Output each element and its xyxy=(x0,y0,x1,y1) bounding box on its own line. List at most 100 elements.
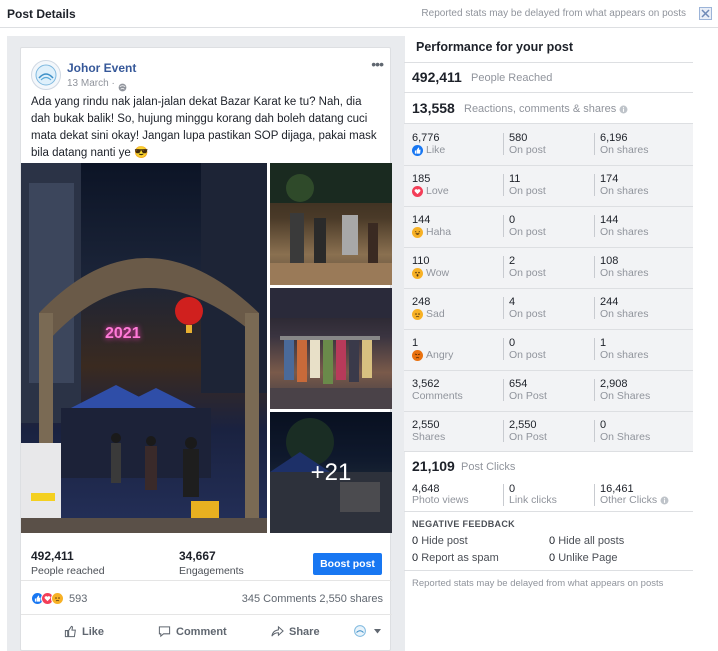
haha-on-post-value: 0 xyxy=(509,214,516,226)
photo-3[interactable] xyxy=(270,288,392,409)
haha-on-post-cell: 0 On post xyxy=(509,206,597,247)
like-button[interactable]: Like xyxy=(64,625,104,638)
love-total-label: Love xyxy=(426,185,449,197)
shares-on-post-cell: 2,550 On Post xyxy=(509,411,597,452)
angry-on-post-value: 0 xyxy=(509,337,516,349)
wow-on-post-label: On post xyxy=(509,267,546,279)
like-label: Like xyxy=(82,625,105,638)
unlike-page-label: Unlike Page xyxy=(558,552,618,564)
engagements-label: Engagements xyxy=(179,565,244,577)
post-clicks-value: 21,109 xyxy=(412,458,455,474)
like-on-shares-cell: 6,196 On shares xyxy=(600,124,688,165)
hide-all-stat: 0 Hide all posts xyxy=(549,535,624,547)
boost-post-button[interactable]: Boost post xyxy=(313,553,382,575)
column-divider xyxy=(594,133,595,155)
info-icon[interactable] xyxy=(660,496,669,505)
comments-total-value: 3,562 xyxy=(412,378,440,390)
haha-total-cell: 144 Haha xyxy=(412,206,500,247)
column-divider xyxy=(503,215,504,237)
photo-views-label: Photo views xyxy=(412,494,469,506)
comment-button[interactable]: Comment xyxy=(158,625,227,638)
hide-post-stat: 0 Hide post xyxy=(412,535,468,547)
haha-on-shares-cell: 144 On shares xyxy=(600,206,688,247)
post-clicks-row: 21,109 Post Clicks xyxy=(404,451,693,479)
page-avatar[interactable] xyxy=(31,60,61,90)
page-name-link[interactable]: Johor Event xyxy=(67,61,136,75)
divider xyxy=(404,570,693,571)
sad-on-shares-cell: 244 On shares xyxy=(600,288,688,329)
header-note: Reported stats may be delayed from what … xyxy=(421,8,686,19)
shares-on-shares-value: 0 xyxy=(600,419,607,431)
column-divider xyxy=(594,256,595,278)
haha-on-shares-label: On shares xyxy=(600,226,649,238)
sad-on-post-label: On post xyxy=(509,308,546,320)
haha-on-post-label-wrap: On post xyxy=(509,226,546,238)
comments-total-cell: 3,562 Comments xyxy=(412,370,500,411)
column-divider xyxy=(594,338,595,360)
close-icon[interactable] xyxy=(699,7,712,20)
column-divider xyxy=(503,338,504,360)
sad-on-post-label-wrap: On post xyxy=(509,308,546,320)
engagement-total-row: 13,558 Reactions, comments & shares xyxy=(404,92,693,123)
angry-on-post-label-wrap: On post xyxy=(509,349,546,361)
post-date[interactable]: 13 March · xyxy=(67,78,115,89)
reaction-count[interactable]: 593 xyxy=(69,593,87,605)
more-options-icon[interactable]: ••• xyxy=(371,56,384,72)
like-total-cell: 6,776 Like xyxy=(412,124,500,165)
sad-total-label: Sad xyxy=(426,308,445,320)
like-on-post-cell: 580 On post xyxy=(509,124,597,165)
shares-on-post-label: On Post xyxy=(509,431,547,443)
divider xyxy=(503,484,504,506)
wow-total-label: Wow xyxy=(426,267,450,279)
report-spam-stat: 0 Report as spam xyxy=(412,552,499,564)
shares-on-shares-cell: 0 On Shares xyxy=(600,411,688,452)
love-on-post-label-wrap: On post xyxy=(509,185,546,197)
reaction-emojis[interactable] xyxy=(31,592,64,605)
sad-total-value: 248 xyxy=(412,296,431,308)
comments-on-shares-label-wrap: On Shares xyxy=(600,390,650,402)
column-divider xyxy=(594,215,595,237)
perf-people-reached-value: 492,411 xyxy=(412,69,462,85)
people-reached-label: People reached xyxy=(31,565,105,577)
love-on-shares-cell: 174 On shares xyxy=(600,165,688,206)
share-button[interactable]: Share xyxy=(271,625,320,638)
sad-reaction-icon xyxy=(412,308,423,320)
comment-icon xyxy=(158,626,171,638)
post-clicks-label: Post Clicks xyxy=(461,461,516,473)
comments-on-post-label: On Post xyxy=(509,390,547,402)
column-divider xyxy=(503,174,504,196)
wow-reaction-icon xyxy=(412,267,423,279)
column-divider xyxy=(503,133,504,155)
shares-total-label: Shares xyxy=(412,431,446,443)
hide-all-count: 0 xyxy=(549,535,556,547)
love-on-post-value: 11 xyxy=(509,173,521,185)
love-on-shares-label: On shares xyxy=(600,185,649,197)
comments-on-post-value: 654 xyxy=(509,378,528,390)
unlike-page-count: 0 xyxy=(549,552,556,564)
column-divider xyxy=(594,174,595,196)
photo-2[interactable] xyxy=(270,163,392,285)
info-icon[interactable] xyxy=(619,105,628,114)
wow-on-shares-cell: 108 On shares xyxy=(600,247,688,288)
photo-main[interactable]: 2021 xyxy=(21,163,267,533)
more-photos-overlay[interactable]: +21 xyxy=(270,412,392,533)
divider xyxy=(594,484,595,506)
sad-on-post-value: 4 xyxy=(509,296,516,308)
post-as-selector[interactable] xyxy=(354,625,386,637)
post-text: Ada yang rindu nak jalan-jalan dekat Baz… xyxy=(31,96,377,159)
angry-on-shares-cell: 1 On shares xyxy=(600,329,688,370)
like-on-shares-label-wrap: On shares xyxy=(600,144,648,156)
like-on-shares-value: 6,196 xyxy=(600,132,628,144)
sad-reaction-icon xyxy=(51,592,64,605)
page-avatar-small-icon xyxy=(354,625,366,637)
comments-on-shares-cell: 2,908 On Shares xyxy=(600,370,688,411)
comments-on-shares-value: 2,908 xyxy=(600,378,628,390)
angry-total-cell: 1 Angry xyxy=(412,329,500,370)
like-total-label-wrap: Like xyxy=(412,144,445,156)
arch-neon-text: 2021 xyxy=(105,325,141,342)
comments-shares-count[interactable]: 345 Comments 2,550 shares xyxy=(242,593,383,605)
other-clicks-label: Other Clicks xyxy=(600,494,658,506)
post-card: Johor Event 13 March · ••• Ada yang rind… xyxy=(20,47,392,651)
photo-4[interactable]: +21 xyxy=(270,412,392,533)
love-on-post-cell: 11 On post xyxy=(509,165,597,206)
